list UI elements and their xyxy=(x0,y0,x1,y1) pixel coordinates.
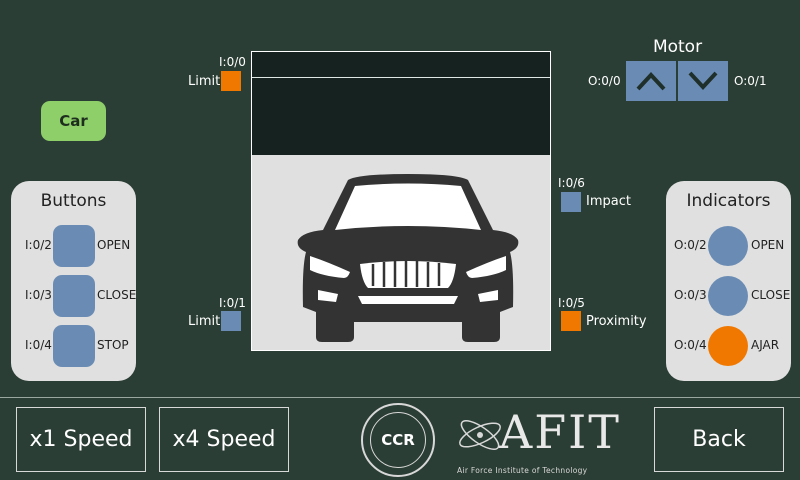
stop-button[interactable] xyxy=(53,325,95,367)
top-limit-indicator xyxy=(221,71,241,91)
bottom-limit-label: Limit xyxy=(188,314,221,329)
close-indicator-label: CLOSE xyxy=(751,288,791,302)
open-button[interactable] xyxy=(53,225,95,267)
afit-logo: AFIT Air Force Institute of Technology xyxy=(455,402,627,478)
garage-door-seam xyxy=(252,77,550,78)
close-button[interactable] xyxy=(53,275,95,317)
garage-door xyxy=(252,52,550,155)
open-indicator-light xyxy=(708,226,748,266)
ccr-logo: CCR xyxy=(361,403,435,477)
motor-up-address: O:0/0 xyxy=(588,74,621,88)
close-button-label: CLOSE xyxy=(97,288,137,302)
close-button-address: I:0/3 xyxy=(25,288,52,302)
stop-button-label: STOP xyxy=(97,338,129,352)
garage-view xyxy=(251,51,551,351)
open-indicator-label: OPEN xyxy=(751,238,785,252)
footer-divider xyxy=(0,397,800,398)
motor-title: Motor xyxy=(652,37,703,57)
chevron-down-icon xyxy=(688,71,718,90)
impact-sensor-label: Impact xyxy=(586,194,631,209)
motor-down-button[interactable] xyxy=(678,61,728,101)
ajar-indicator-label: AJAR xyxy=(751,338,780,352)
proximity-sensor-address: I:0/5 xyxy=(558,296,585,310)
back-button[interactable]: Back xyxy=(654,407,784,472)
top-limit-address: I:0/0 xyxy=(219,55,246,69)
buttons-panel-title: Buttons xyxy=(40,191,107,211)
ccr-logo-text: CCR xyxy=(370,412,426,468)
impact-sensor-address: I:0/6 xyxy=(558,176,585,190)
motor-down-address: O:0/1 xyxy=(734,74,767,88)
chevron-up-icon xyxy=(636,72,666,91)
open-button-label: OPEN xyxy=(97,238,131,252)
bottom-limit-indicator xyxy=(221,311,241,331)
close-indicator-address: O:0/3 xyxy=(674,288,707,302)
close-indicator-light xyxy=(708,276,748,316)
buttons-panel: Buttons I:0/2 OPEN I:0/3 CLOSE I:0/4 STO… xyxy=(11,181,136,381)
proximity-sensor-label: Proximity xyxy=(586,314,647,329)
open-indicator-address: O:0/2 xyxy=(674,238,707,252)
car-icon xyxy=(297,174,519,342)
atom-icon xyxy=(459,420,501,450)
car-button[interactable]: Car xyxy=(41,101,106,141)
afit-logo-text: AFIT xyxy=(499,405,621,459)
ajar-indicator-light xyxy=(708,326,748,366)
ajar-indicator-address: O:0/4 xyxy=(674,338,707,352)
stop-button-address: I:0/4 xyxy=(25,338,52,352)
indicators-panel: Indicators O:0/2 OPEN O:0/3 CLOSE O:0/4 … xyxy=(666,181,791,381)
bottom-limit-address: I:0/1 xyxy=(219,296,246,310)
impact-sensor-indicator xyxy=(561,192,581,212)
top-limit-label: Limit xyxy=(188,74,221,89)
motor-up-button[interactable] xyxy=(626,61,676,101)
open-button-address: I:0/2 xyxy=(25,238,52,252)
proximity-sensor-indicator xyxy=(561,311,581,331)
x1-speed-button[interactable]: x1 Speed xyxy=(16,407,146,472)
x4-speed-button[interactable]: x4 Speed xyxy=(159,407,289,472)
afit-logo-subtitle: Air Force Institute of Technology xyxy=(457,466,588,475)
indicators-panel-title: Indicators xyxy=(686,191,771,211)
